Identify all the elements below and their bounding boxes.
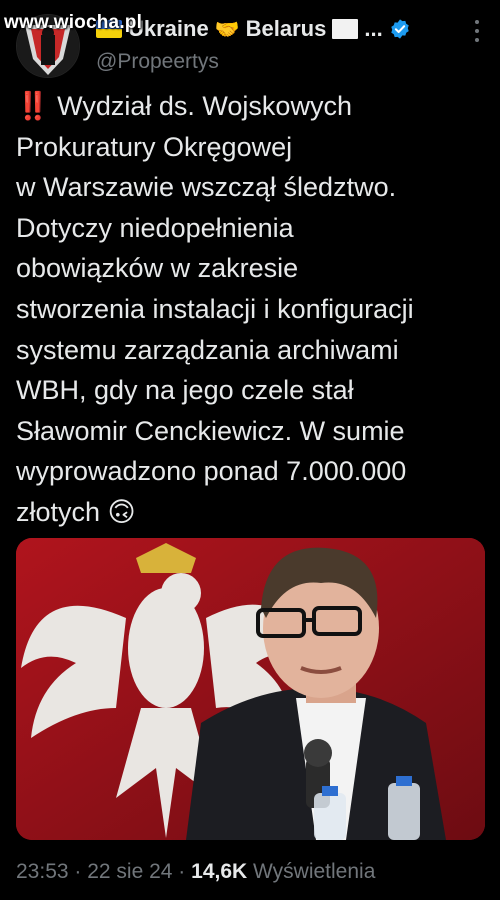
tweet-date[interactable]: 22 sie 24	[87, 860, 172, 883]
meta-separator: ·	[172, 860, 192, 883]
verified-badge-icon	[390, 19, 409, 39]
views-label: Wyświetlenia	[247, 860, 376, 883]
meta-separator: ·	[68, 860, 88, 883]
tweet-time[interactable]: 23:53	[16, 860, 69, 883]
author-name-ellipsis: ...	[364, 16, 383, 41]
author-name-right: Belarus	[245, 16, 327, 41]
author-name[interactable]: Ukraine 🤝 Belarus ...	[96, 16, 440, 42]
tweet-photo[interactable]	[16, 538, 485, 840]
tweet-meta: 23:53 · 22 sie 24 · 14,6K Wyświetlenia	[16, 860, 375, 884]
upside-down-face-emoji: 🙃	[107, 496, 136, 527]
tweet-photo-illustration	[16, 538, 485, 840]
more-options-icon[interactable]	[474, 18, 480, 44]
author-handle[interactable]: @Propeertys	[96, 50, 219, 74]
tweet-text: ‼️ Wydział ds. Wojskowych Prokuratury Ok…	[16, 86, 486, 533]
watermark: www.wiocha.pl	[4, 12, 143, 33]
white-flag-icon	[332, 19, 359, 39]
views-count: 14,6K	[191, 860, 248, 883]
handshake-icon: 🤝	[214, 18, 240, 41]
tweet-body: Wydział ds. Wojskowych Prokuratury Okręg…	[16, 91, 414, 527]
double-exclamation-icon: ‼️	[16, 91, 50, 121]
